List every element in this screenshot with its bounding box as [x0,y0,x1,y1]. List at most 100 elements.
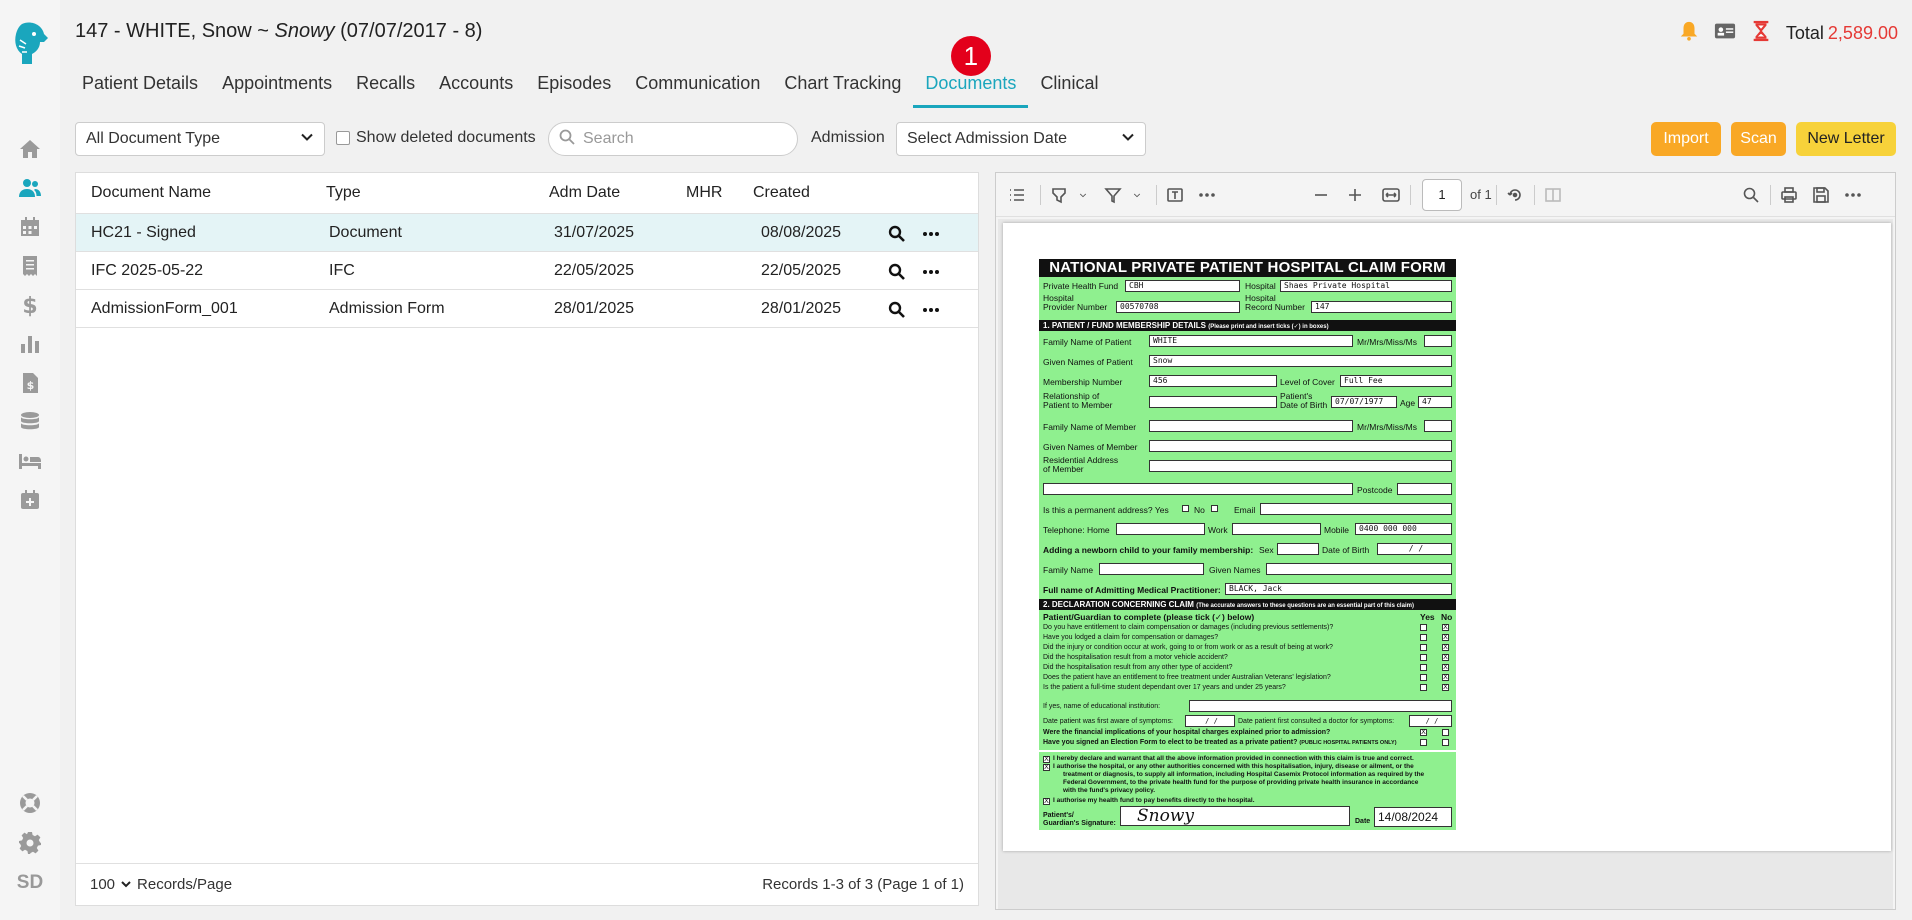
form-checkbox: X [1420,729,1427,736]
filter-icon[interactable] [1104,185,1122,205]
total-label: Total [1785,22,1824,43]
chevron-down-icon [1121,130,1135,149]
toolbar-divider [1410,185,1411,205]
id-card-icon[interactable] [1714,20,1736,47]
page-number-input[interactable]: 1 [1422,179,1462,211]
highlight-icon[interactable] [1050,185,1068,205]
settings-gear-icon[interactable] [17,830,43,856]
calendar-icon[interactable] [17,214,43,240]
doc-adm-date: 28/01/2025 [554,300,635,317]
column-header-created[interactable]: Created [753,173,810,213]
form-checkbox [1211,505,1218,512]
bar-chart-icon[interactable] [17,331,43,357]
chevron-down-icon[interactable] [1132,185,1142,205]
home-icon[interactable] [17,136,43,162]
form-checkbox [1420,674,1427,681]
form-checkbox [1420,654,1427,661]
page-size-value: 100 [90,876,116,893]
tab-communication[interactable]: Communication [623,70,772,108]
records-per-page-select[interactable]: 100 Records/Page [90,876,232,893]
section-note: (The accurate answers to these questions… [1196,603,1414,609]
form-field-address-2 [1043,483,1353,495]
receipt-icon[interactable] [17,253,43,279]
tab-appointments[interactable]: Appointments [210,70,344,108]
patients-icon[interactable] [17,175,43,201]
document-type-select[interactable]: All Document Type [75,122,325,156]
tab-accounts[interactable]: Accounts [427,70,525,108]
user-initials[interactable]: SD [12,872,48,894]
form-question: Does the patient have an entitlement to … [1043,674,1331,681]
table-row[interactable]: IFC 2025-05-22 IFC 22/05/2025 22/05/2025 [76,251,978,289]
form-label: Family Name of Patient [1043,337,1132,347]
column-header-name[interactable]: Document Name [91,173,211,213]
import-button[interactable]: Import [1651,122,1721,156]
page-layout-icon [1544,185,1562,205]
form-field-date: 14/08/2024 [1374,807,1452,827]
doc-name: AdmissionForm_001 [91,300,238,317]
form-checkbox: X [1442,654,1449,661]
fit-width-icon[interactable] [1382,185,1400,205]
more-tools-icon[interactable] [1198,185,1216,205]
form-field-health-fund: CBH [1125,280,1240,292]
form-field-home-phone [1116,523,1205,535]
column-header-adm-date[interactable]: Adm Date [549,173,620,213]
doc-adm-date: 31/07/2025 [554,224,635,241]
help-icon[interactable] [17,790,43,816]
tab-recalls[interactable]: Recalls [344,70,427,108]
show-deleted-checkbox[interactable]: Show deleted documents [336,129,536,147]
invoice-icon[interactable]: $ [17,370,43,396]
form-label-line: Have you signed an Election Form to elec… [1043,739,1298,746]
form-label: Patient's/Guardian's Signature: [1043,812,1116,828]
patient-name: WHITE, Snow [126,20,252,42]
tab-documents[interactable]: Documents 1 [913,36,1029,108]
patient-id: 147 [75,20,109,42]
form-checkbox: X [1442,624,1449,631]
tab-patient-details[interactable]: Patient Details [70,70,210,108]
new-letter-button[interactable]: New Letter [1796,122,1896,156]
chevron-down-icon[interactable] [1078,185,1088,205]
app-logo[interactable] [10,20,50,68]
claim-form: NATIONAL PRIVATE PATIENT HOSPITAL CLAIM … [1039,259,1456,830]
form-label: Patient's Date of Birth [1280,392,1327,410]
more-options-icon[interactable] [922,225,940,243]
table-row[interactable]: AdmissionForm_001 Admission Form 28/01/2… [76,289,978,327]
dollar-icon[interactable]: $ [17,292,43,318]
header-actions: Total 2,589.00 [1678,20,1898,46]
more-options-icon[interactable] [922,301,940,319]
save-icon[interactable] [1812,185,1830,205]
view-icon[interactable] [888,301,906,319]
search-icon[interactable] [1742,185,1760,205]
viewer-canvas[interactable]: NATIONAL PRIVATE PATIENT HOSPITAL CLAIM … [998,219,1893,909]
zoom-out-icon[interactable] [1312,185,1330,205]
text-tool-icon[interactable] [1166,185,1184,205]
view-icon[interactable] [888,263,906,281]
print-icon[interactable] [1780,185,1798,205]
rotate-icon[interactable] [1506,185,1524,205]
zoom-in-icon[interactable] [1346,185,1364,205]
form-field-title [1424,335,1452,347]
admission-date-value: Select Admission Date [907,130,1068,147]
form-label: Membership Number [1043,377,1123,387]
form-field-patient-dob: 07/07/1977 [1331,396,1397,408]
toolbar-divider [1040,185,1041,205]
admission-date-select[interactable]: Select Admission Date [896,122,1146,156]
checkbox-box[interactable] [336,131,350,145]
column-header-mhr[interactable]: MHR [686,173,722,213]
database-icon[interactable] [17,409,43,435]
more-options-icon[interactable] [1844,185,1862,205]
toolbar-divider [1534,185,1535,205]
search-input[interactable]: Search [548,122,798,156]
bell-icon[interactable] [1678,20,1700,47]
tab-clinical[interactable]: Clinical [1028,70,1110,108]
hourglass-icon[interactable] [1750,20,1772,47]
bed-icon[interactable] [17,448,43,474]
table-row[interactable]: HC21 - Signed Document 31/07/2025 08/08/… [76,213,978,251]
column-header-type[interactable]: Type [326,173,361,213]
calendar-add-icon[interactable] [17,487,43,513]
tab-chart-tracking[interactable]: Chart Tracking [772,70,913,108]
view-icon[interactable] [888,225,906,243]
tab-episodes[interactable]: Episodes [525,70,623,108]
more-options-icon[interactable] [922,263,940,281]
scan-button[interactable]: Scan [1731,122,1786,156]
outline-icon[interactable] [1008,185,1026,205]
